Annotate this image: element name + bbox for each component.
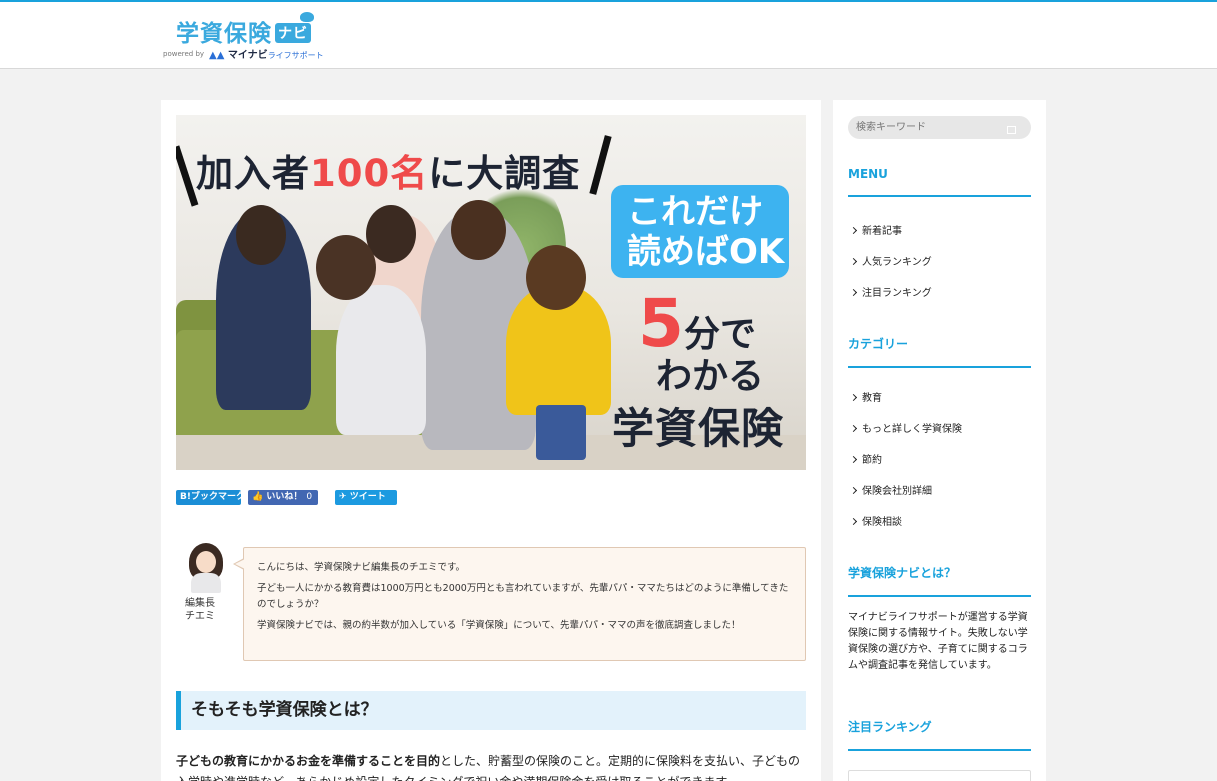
author-nickname: チエミ — [185, 611, 215, 622]
chevron-right-icon — [849, 517, 858, 526]
site-logo[interactable]: 学資保険 ナビ powered by ▲▲ マイナビライフサポート — [163, 12, 333, 64]
menu-item-popular[interactable]: 人気ランキング — [849, 253, 932, 268]
search-button-icon[interactable] — [1007, 126, 1016, 134]
boy-figure — [336, 285, 426, 435]
chevron-right-icon — [849, 424, 858, 433]
hero-headline: 加入者100名に大調査 — [196, 152, 581, 195]
bubble-paragraph-3: 学資保険ナビでは、親の約半数が加入している「学資保険」について、先輩パパ・ママの… — [257, 620, 741, 631]
author-avatar — [185, 543, 227, 595]
mother-1-head — [236, 205, 286, 265]
category-item-companies[interactable]: 保険会社別詳細 — [849, 482, 932, 497]
main-content: 加入者100名に大調査 これだけ 読めばOK 5分で わかる 学資保険 B!ブッ… — [161, 100, 821, 781]
category-item-details[interactable]: もっと詳しく学資保険 — [849, 420, 962, 435]
boy-head — [316, 235, 376, 300]
chevron-right-icon — [849, 288, 858, 297]
intro-paragraph: 子どもの教育にかかるお金を準備することを目的とした、貯蓄型の保険のこと。定期的に… — [176, 754, 801, 768]
facebook-like-button[interactable]: 👍 いいね！ 0 — [248, 490, 318, 505]
twitter-bird-icon: ✈ — [339, 492, 350, 502]
intro-paragraph-cont: 入学時や進学時など、あらかじめ設定したタイミングで祝い金や満期保険金を受け取るこ… — [176, 772, 806, 781]
tweet-button[interactable]: ✈ ツイート — [335, 490, 397, 505]
logo-title: 学資保険 ナビ — [176, 14, 311, 48]
author-name: 編集長 チエミ — [185, 597, 215, 623]
hero-badge: これだけ 読めばOK — [611, 185, 789, 278]
avatar-face — [196, 551, 216, 573]
mother-3-head — [451, 200, 506, 260]
menu-item-featured[interactable]: 注目ランキング — [849, 284, 932, 299]
menu-item-new[interactable]: 新着記事 — [849, 222, 902, 237]
category-item-education[interactable]: 教育 — [849, 389, 882, 404]
about-heading: 学資保険ナビとは？ — [848, 564, 1031, 597]
category-item-saving[interactable]: 節約 — [849, 451, 882, 466]
chevron-right-icon — [849, 486, 858, 495]
section-heading: そもそも学資保険とは？ — [176, 691, 806, 730]
logo-navi-badge: ナビ — [275, 23, 311, 43]
speech-bubble: こんにちは、学資保険ナビ編集長のチエミです。 子ども一人にかかる教育費は1000… — [233, 547, 806, 661]
mynavi-mark-icon: ▲▲ — [209, 50, 228, 61]
hero-wakaru: わかる — [656, 356, 765, 397]
chevron-right-icon — [849, 257, 858, 266]
hero-badge-line1: これだけ — [627, 192, 763, 232]
menu-heading: MENU — [848, 167, 1031, 197]
chevron-right-icon — [849, 393, 858, 402]
sidebar: MENU 新着記事 人気ランキング 注目ランキング カテゴリー 教育 もっと詳し… — [833, 100, 1046, 781]
chevron-right-icon — [849, 226, 858, 235]
avatar-body — [191, 573, 221, 593]
author-title: 編集長 — [185, 598, 215, 609]
hero-image: 加入者100名に大調査 これだけ 読めばOK 5分で わかる 学資保険 — [176, 115, 806, 470]
logo-brand: ▲▲ マイナビライフサポート — [209, 50, 324, 61]
girl-legs — [536, 405, 586, 460]
hero-badge-line2: 読めばOK — [627, 232, 785, 272]
category-heading: カテゴリー — [848, 335, 1031, 368]
about-text: マイナビライフサポートが運営する学資保険に関する情報サイト。失敗しない学資保険の… — [848, 612, 1028, 671]
thumbs-up-icon: 👍 — [252, 492, 267, 502]
ranking-box — [848, 770, 1031, 781]
category-item-consultation[interactable]: 保険相談 — [849, 513, 902, 528]
bubble-paragraph-2: 子ども一人にかかる教育費は1000万円とも2000万円とも言われていますが、先輩… — [257, 583, 789, 610]
bubble-paragraph-1: こんにちは、学資保険ナビ編集長のチエミです。 — [257, 562, 466, 573]
like-count: 0 — [306, 492, 313, 502]
ranking-heading: 注目ランキング — [848, 718, 1031, 751]
slash-right-decoration — [589, 135, 612, 195]
site-header: 学資保険 ナビ powered by ▲▲ マイナビライフサポート — [0, 2, 1217, 69]
girl-head — [526, 245, 586, 310]
search-input[interactable] — [848, 116, 1031, 139]
bird-icon — [300, 12, 314, 22]
logo-powered-by: powered by — [163, 50, 205, 58]
hatena-bookmark-button[interactable]: B!ブックマーク — [176, 490, 245, 505]
hero-topic: 学資保険 — [612, 404, 785, 453]
chevron-right-icon — [849, 455, 858, 464]
